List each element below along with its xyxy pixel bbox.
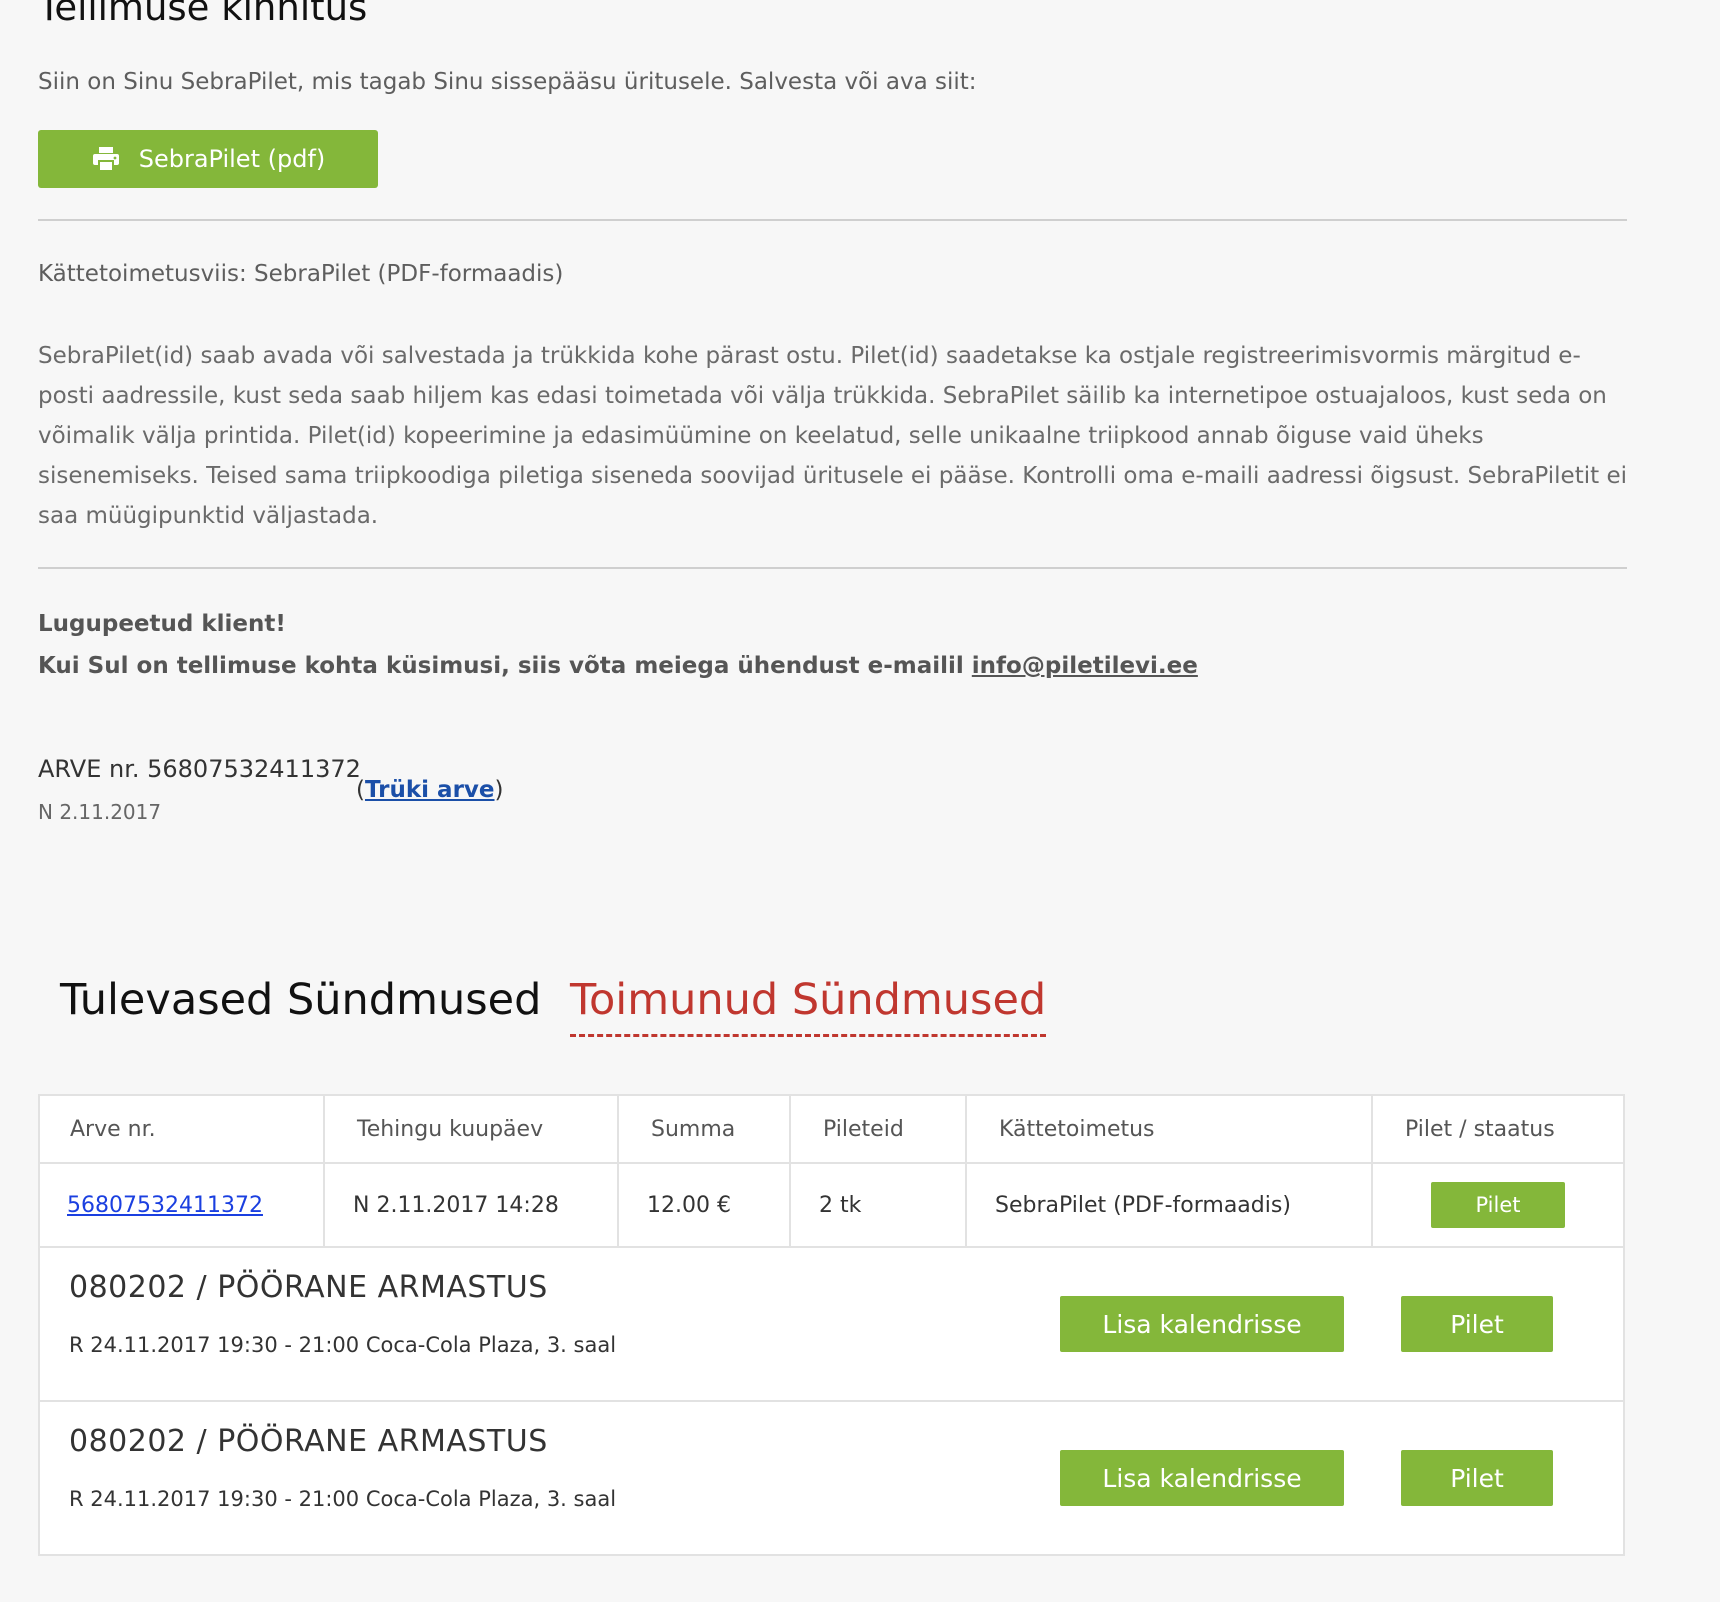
add-to-calendar-button[interactable]: Lisa kalendrisse — [1060, 1296, 1344, 1352]
column-header: Arve nr. — [40, 1096, 325, 1162]
tab-upcoming-events[interactable]: Tulevased Sündmused — [60, 970, 541, 1030]
download-pdf-ticket-button[interactable]: SebraPilet (pdf) — [38, 130, 378, 188]
print-invoice-link[interactable]: Trüki arve — [365, 777, 495, 803]
invoice-number: ARVE nr. 56807532411372 — [38, 755, 361, 783]
tab-past-events[interactable]: Toimunud Sündmused — [570, 970, 1047, 1037]
event-row: 080202 / PÖÖRANE ARMASTUS R 24.11.2017 1… — [40, 1248, 1623, 1402]
greeting: Lugupeetud klient! — [38, 611, 286, 637]
ticket-status-cell: Pilet — [1373, 1164, 1623, 1246]
divider — [38, 219, 1627, 221]
pdf-button-label: SebraPilet (pdf) — [138, 145, 326, 173]
paren-close: ) — [494, 777, 504, 803]
transaction-date-cell: N 2.11.2017 14:28 — [325, 1164, 619, 1246]
invoice-date: N 2.11.2017 — [38, 800, 162, 824]
event-row: 080202 / PÖÖRANE ARMASTUS R 24.11.2017 1… — [40, 1402, 1623, 1556]
paren-open: ( — [356, 777, 365, 803]
orders-table: Arve nr. Tehingu kuupäev Summa Pileteid … — [38, 1094, 1625, 1556]
event-details: R 24.11.2017 19:30 - 21:00 Coca-Cola Pla… — [69, 1333, 617, 1357]
contact-text: Kui Sul on tellimuse kohta küsimusi, sii… — [38, 649, 1198, 683]
ticket-count-cell: 2 tk — [791, 1164, 967, 1246]
event-ticket-button[interactable]: Pilet — [1401, 1296, 1553, 1352]
column-header: Tehingu kuupäev — [325, 1096, 619, 1162]
column-header: Pilet / staatus — [1405, 1116, 1555, 1142]
page-title: Tellimuse kinnitus — [38, 0, 368, 29]
column-header: Summa — [619, 1096, 791, 1162]
event-ticket-button[interactable]: Pilet — [1401, 1450, 1553, 1506]
printer-icon — [91, 146, 121, 172]
intro-text: Siin on Sinu SebraPilet, mis tagab Sinu … — [38, 69, 977, 95]
divider — [38, 567, 1627, 569]
contact-sentence: Kui Sul on tellimuse kohta küsimusi, sii… — [38, 653, 972, 679]
delivery-cell: SebraPilet (PDF-formaadis) — [967, 1164, 1373, 1246]
delivery-method-text: Kättetoimetusviis: SebraPilet (PDF-forma… — [38, 261, 564, 287]
delivery-info-paragraph: SebraPilet(id) saab avada või salvestada… — [38, 343, 1627, 529]
contact-email-link[interactable]: info@piletilevi.ee — [972, 653, 1198, 679]
event-title: 080202 / PÖÖRANE ARMASTUS — [69, 1270, 548, 1305]
ticket-button[interactable]: Pilet — [1431, 1182, 1565, 1228]
print-invoice: (Trüki arve) — [356, 773, 504, 807]
column-header: Kättetoimetus — [967, 1096, 1373, 1162]
event-details: R 24.11.2017 19:30 - 21:00 Coca-Cola Pla… — [69, 1487, 617, 1511]
sum-cell: 12.00 € — [619, 1164, 791, 1246]
add-to-calendar-button[interactable]: Lisa kalendrisse — [1060, 1450, 1344, 1506]
table-row: 56807532411372 N 2.11.2017 14:28 12.00 €… — [40, 1164, 1623, 1248]
event-title: 080202 / PÖÖRANE ARMASTUS — [69, 1424, 548, 1459]
column-header: Pileteid — [791, 1096, 967, 1162]
invoice-number-link[interactable]: 56807532411372 — [67, 1193, 263, 1218]
table-header: Arve nr. Tehingu kuupäev Summa Pileteid … — [40, 1096, 1623, 1164]
invoice-cell: 56807532411372 — [40, 1164, 325, 1246]
